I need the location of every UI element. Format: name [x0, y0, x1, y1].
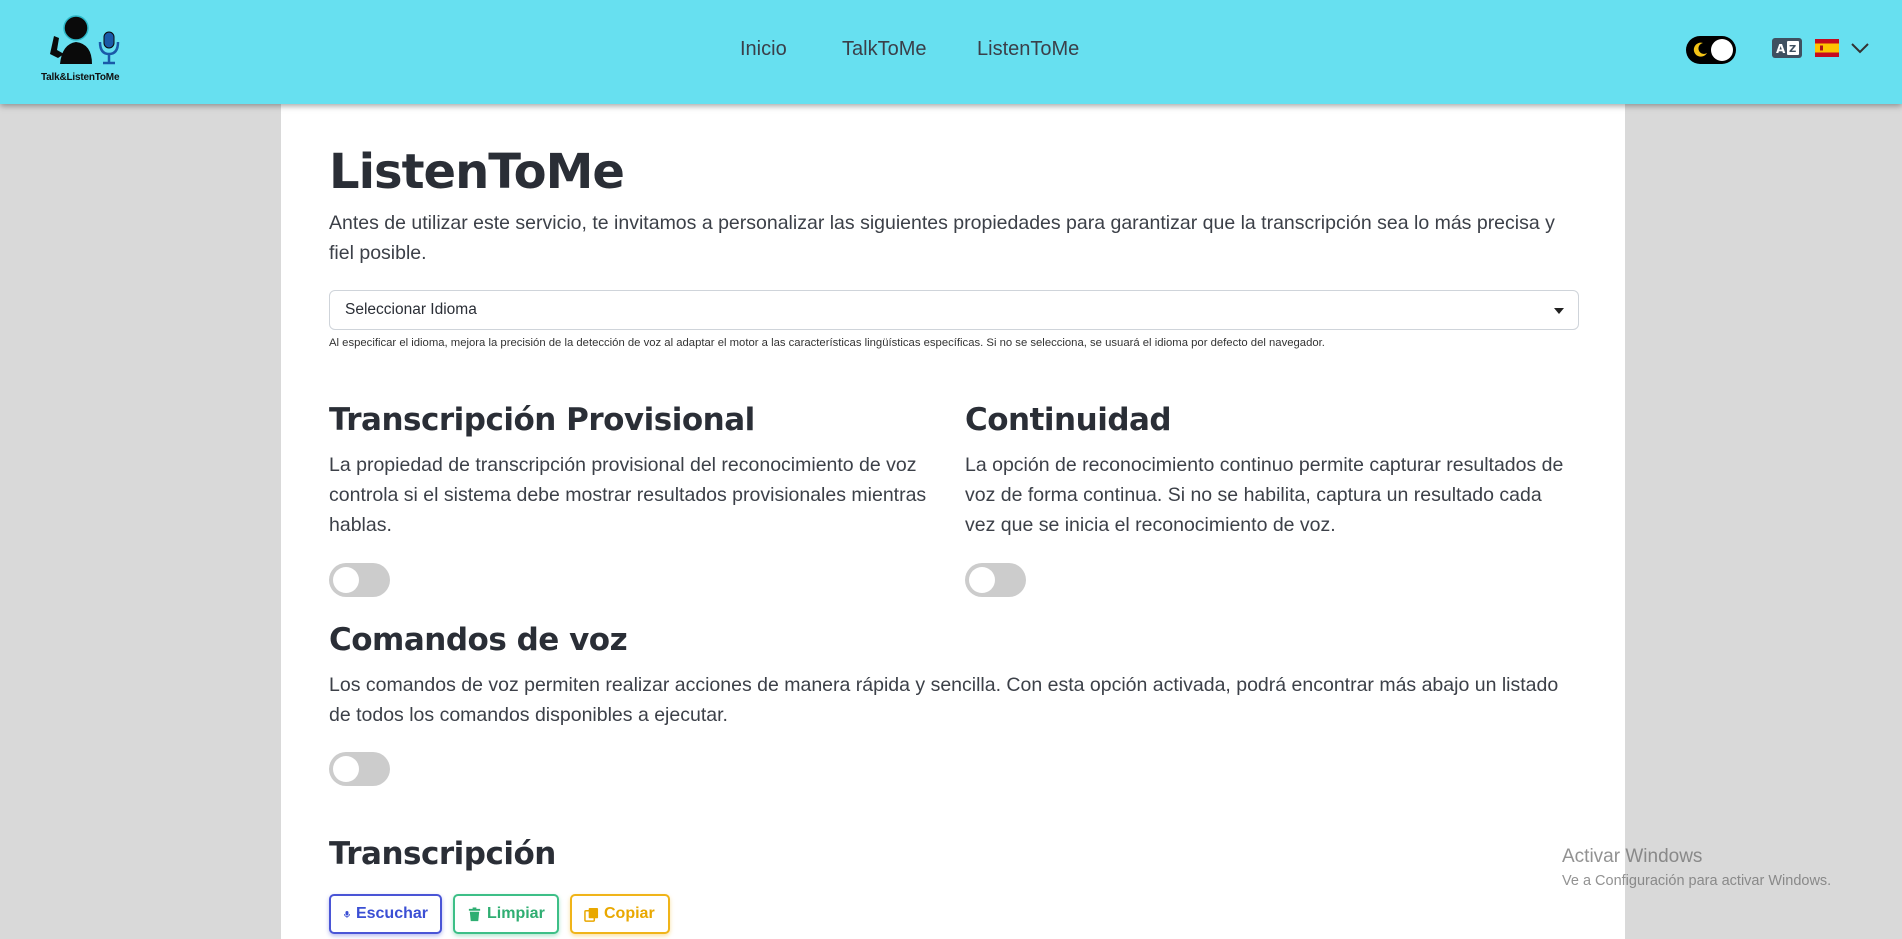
intro-text: Antes de utilizar este servicio, te invi… [329, 212, 1555, 264]
chevron-down-icon[interactable] [1850, 42, 1870, 54]
navbar: Talk&ListenToMe Inicio TalkToMe ListenTo… [0, 0, 1902, 104]
interim-toggle[interactable] [329, 563, 390, 597]
theme-toggle-knob [1711, 39, 1733, 61]
copy-icon [584, 907, 599, 922]
commands-toggle[interactable] [329, 752, 390, 786]
continuous-title: Continuidad [965, 402, 1172, 438]
commands-toggle-knob [333, 756, 359, 782]
logo-text: Talk&ListenToMe [41, 72, 120, 83]
language-help-text: Al especificar el idioma, mejora la prec… [329, 337, 1325, 349]
continuous-toggle[interactable] [965, 563, 1026, 597]
windows-watermark-subtitle: Ve a Configuración para activar Windows. [1562, 873, 1832, 889]
language-select-value: Seleccionar Idioma [345, 301, 477, 318]
interim-description: La propiedad de transcripción provisiona… [329, 454, 927, 536]
listen-button[interactable]: Escuchar [329, 894, 442, 934]
es-flag-icon[interactable] [1815, 39, 1839, 57]
nav-link-talktome[interactable]: TalkToMe [842, 38, 926, 61]
commands-description: Los comandos de voz permiten realizar ac… [329, 674, 1559, 726]
continuous-description: La opción de reconocimiento continuo per… [965, 454, 1564, 536]
windows-watermark-title: Activar Windows [1562, 846, 1703, 867]
clear-button[interactable]: Limpiar [453, 894, 559, 934]
nav-link-listentome[interactable]: ListenToMe [977, 38, 1079, 61]
main-card: ListenToMe Antes de utilizar este servic… [281, 104, 1625, 939]
copy-button-label: Copiar [604, 905, 655, 922]
page-title: ListenToMe [329, 144, 625, 200]
language-select[interactable]: Seleccionar Idioma [329, 290, 1579, 330]
svg-text:Z: Z [1789, 44, 1796, 55]
caret-down-icon [1554, 308, 1564, 314]
logo-icon [50, 15, 120, 65]
translate-icon[interactable]: A Z [1772, 38, 1802, 60]
nav-link-inicio[interactable]: Inicio [740, 38, 787, 61]
clear-button-label: Limpiar [487, 905, 545, 922]
trash-icon [468, 906, 481, 921]
interim-title: Transcripción Provisional [329, 402, 755, 438]
continuous-toggle-knob [969, 567, 995, 593]
commands-title: Comandos de voz [329, 622, 628, 658]
listen-button-label: Escuchar [355, 905, 428, 922]
moon-icon [1693, 42, 1707, 57]
transcription-title: Transcripción [329, 836, 556, 872]
copy-button[interactable]: Copiar [570, 894, 670, 934]
interim-toggle-knob [333, 567, 359, 593]
microphone-icon [344, 910, 350, 918]
svg-text:A: A [1776, 42, 1786, 56]
theme-toggle[interactable] [1686, 36, 1736, 64]
